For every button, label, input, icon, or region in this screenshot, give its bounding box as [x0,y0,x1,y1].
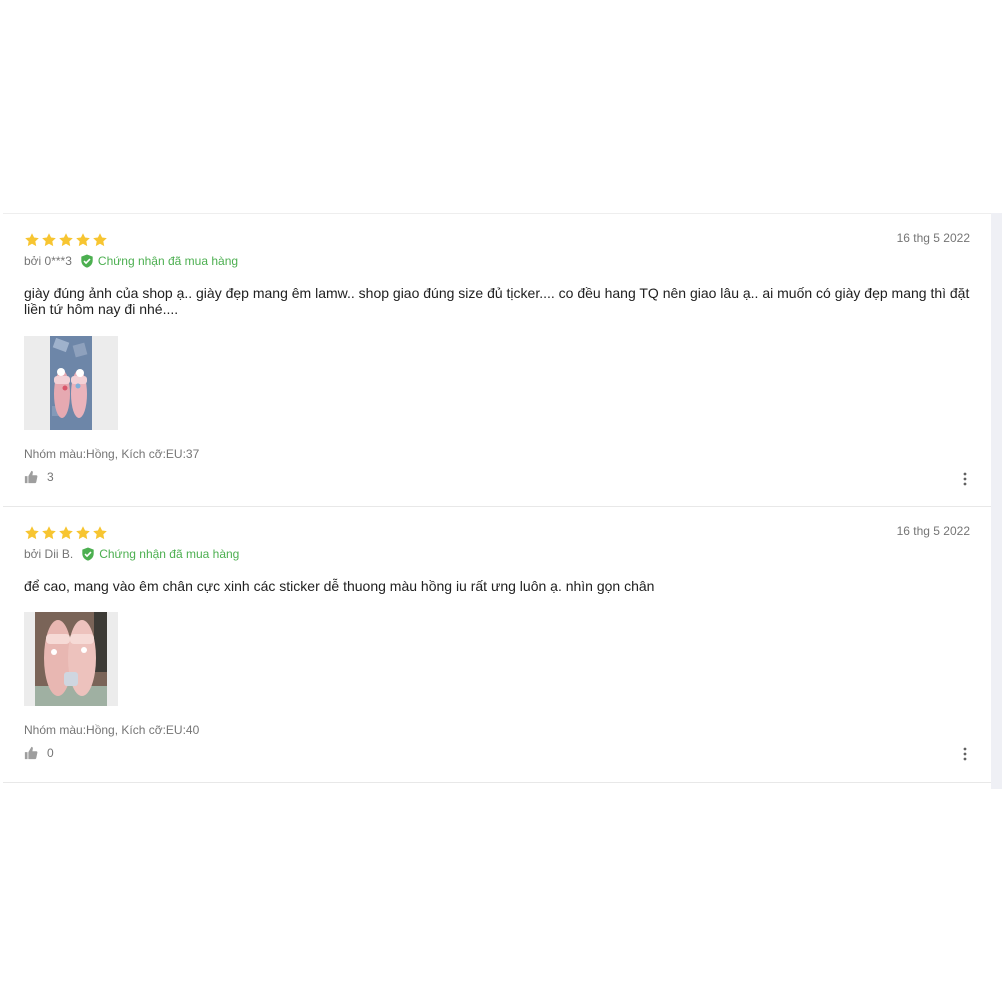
review-date: 16 thg 5 2022 [896,231,970,245]
reviews-panel: 16 thg 5 2022 bởi 0***3 Chứng nhận đã mu… [3,213,991,790]
sandal-photo-icon [24,336,118,430]
review-photo-thumbnail[interactable] [24,336,118,430]
more-options-icon[interactable] [962,747,968,761]
like-count: 0 [47,746,54,760]
star-icon [76,233,90,247]
review-item: 16 thg 5 2022 bởi Dii B. Chứng nhận đã m… [3,507,991,783]
sandal-photo-icon [24,612,118,706]
review-photo-thumbnail[interactable] [24,612,118,706]
like-section: 3 [24,470,54,484]
star-icon [25,233,39,247]
variant-info: Nhóm màu:Hồng, Kích cỡ:EU:40 [24,723,200,737]
star-icon [59,233,73,247]
star-icon [42,233,56,247]
review-date: 16 thg 5 2022 [896,524,970,538]
review-text: giày đúng ảnh của shop ạ.. giày đẹp mang… [24,285,970,317]
author-line: bởi 0***3 Chứng nhận đã mua hàng [24,254,238,268]
author-line: bởi Dii B. Chứng nhận đã mua hàng [24,547,239,561]
review-item: 16 thg 5 2022 bởi 0***3 Chứng nhận đã mu… [3,214,991,507]
rating-stars [24,232,108,248]
star-icon [25,526,39,540]
more-options-icon[interactable] [962,472,968,486]
star-icon [93,526,107,540]
thumbs-up-icon[interactable] [24,470,38,484]
variant-info: Nhóm màu:Hồng, Kích cỡ:EU:37 [24,447,200,461]
star-icon [76,526,90,540]
verified-purchase-label: Chứng nhận đã mua hàng [99,547,240,561]
star-icon [42,526,56,540]
verified-shield-icon [82,547,94,561]
review-author: bởi 0***3 [24,254,72,268]
review-text: để cao, mang vào êm chân cực xinh các st… [24,578,655,594]
rating-stars [24,525,108,541]
verified-shield-icon [81,254,93,268]
star-icon [93,233,107,247]
like-count: 3 [47,470,54,484]
verified-purchase-label: Chứng nhận đã mua hàng [97,254,239,268]
star-icon [59,526,73,540]
scrollbar[interactable] [991,213,1002,789]
like-section: 0 [24,746,54,760]
review-author: bởi Dii B. [24,547,74,561]
thumbs-up-icon[interactable] [24,746,38,760]
